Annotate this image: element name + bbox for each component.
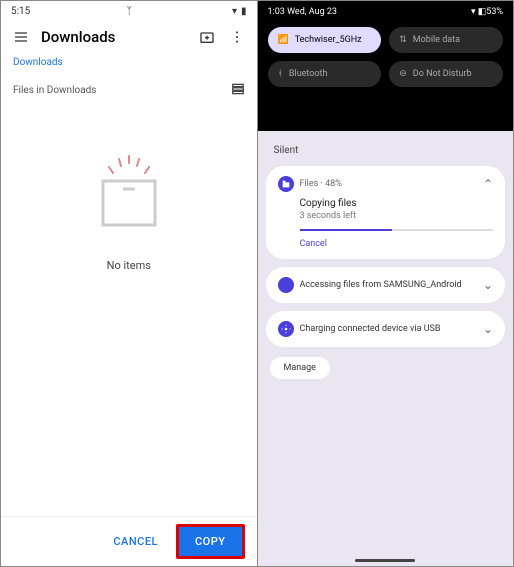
status-bar: 5:15 ᛉ ▾ ▮ (1, 1, 257, 21)
notification-copying[interactable]: Files · 48% ⌃ Copying files 3 seconds le… (266, 166, 506, 259)
qs-label: Bluetooth (289, 69, 328, 79)
empty-folder-icon (89, 149, 169, 239)
settings-icon (278, 321, 294, 337)
chevron-up-icon[interactable]: ⌃ (483, 177, 493, 191)
app-bar: Downloads (1, 21, 257, 53)
silent-section-label: Silent (266, 141, 506, 160)
status-time: 5:15 (11, 6, 30, 17)
more-icon[interactable] (227, 27, 247, 47)
copy-button[interactable]: COPY (176, 524, 245, 559)
notification-accessing[interactable]: Accessing files from SAMSUNG_Android ⌄ (266, 267, 506, 303)
battery-icon: ◧ (478, 7, 487, 17)
breadcrumb[interactable]: Downloads (1, 53, 257, 72)
qs-bluetooth-tile[interactable]: ᚼ Bluetooth (268, 61, 382, 87)
view-toggle-icon[interactable] (231, 82, 245, 99)
battery-text: 53% (486, 7, 503, 17)
mobile-data-icon: ⇅ (399, 35, 407, 45)
notification-charging[interactable]: Charging connected device via USB ⌄ (266, 311, 506, 347)
qs-wifi-tile[interactable]: 📶 Techwiser_5GHz (268, 27, 382, 53)
menu-icon[interactable] (11, 27, 31, 47)
wifi-icon: ▾ (232, 6, 237, 17)
progress-bar (300, 229, 494, 231)
usb-icon: ᛉ (126, 6, 132, 17)
notif-subtitle: 3 seconds left (300, 211, 494, 221)
empty-text: No items (107, 259, 151, 272)
nav-handle[interactable] (355, 559, 415, 562)
notif-app-name: Files (300, 179, 319, 189)
new-folder-icon[interactable] (197, 27, 217, 47)
wifi-icon: 📶 (278, 35, 289, 45)
qs-dnd-tile[interactable]: ⊖ Do Not Disturb (389, 61, 503, 87)
status-bar: 1:03 Wed, Aug 23 ▾ ◧53% (268, 7, 504, 17)
qs-label: Techwiser_5GHz (295, 35, 362, 45)
status-time: 1:03 Wed, Aug 23 (268, 7, 337, 17)
notif-percent: 48% (325, 179, 342, 189)
bluetooth-icon: ᚼ (278, 69, 283, 79)
notif-cancel-action[interactable]: Cancel (300, 239, 494, 249)
files-app-icon (278, 176, 294, 192)
progress-fill (300, 229, 393, 231)
qs-label: Do Not Disturb (413, 69, 472, 79)
wifi-icon: ▾ (471, 7, 476, 17)
dnd-icon: ⊖ (399, 69, 407, 79)
section-header: Files in Downloads (1, 72, 257, 109)
status-icons: ᛉ (126, 6, 136, 17)
notif-text: Accessing files from SAMSUNG_Android (300, 280, 477, 290)
notification-area: Silent Files · 48% ⌃ Copying files 3 sec… (258, 131, 514, 389)
notif-title: Copying files (300, 198, 494, 209)
section-label: Files in Downloads (13, 85, 96, 96)
chevron-down-icon[interactable]: ⌄ (483, 278, 493, 292)
empty-state: No items (1, 149, 257, 272)
qs-mobile-data-tile[interactable]: ⇅ Mobile data (389, 27, 503, 53)
chevron-down-icon[interactable]: ⌄ (483, 322, 493, 336)
battery-icon: ▮ (241, 6, 247, 17)
page-title: Downloads (41, 28, 187, 46)
notif-text: Charging connected device via USB (300, 324, 477, 334)
bottom-bar: CANCEL COPY (1, 516, 257, 566)
qs-label: Mobile data (413, 35, 460, 45)
manage-button[interactable]: Manage (270, 357, 330, 379)
cancel-button[interactable]: CANCEL (101, 527, 170, 556)
quick-settings-panel: 1:03 Wed, Aug 23 ▾ ◧53% 📶 Techwiser_5GHz… (258, 1, 514, 131)
usb-icon (278, 277, 294, 293)
